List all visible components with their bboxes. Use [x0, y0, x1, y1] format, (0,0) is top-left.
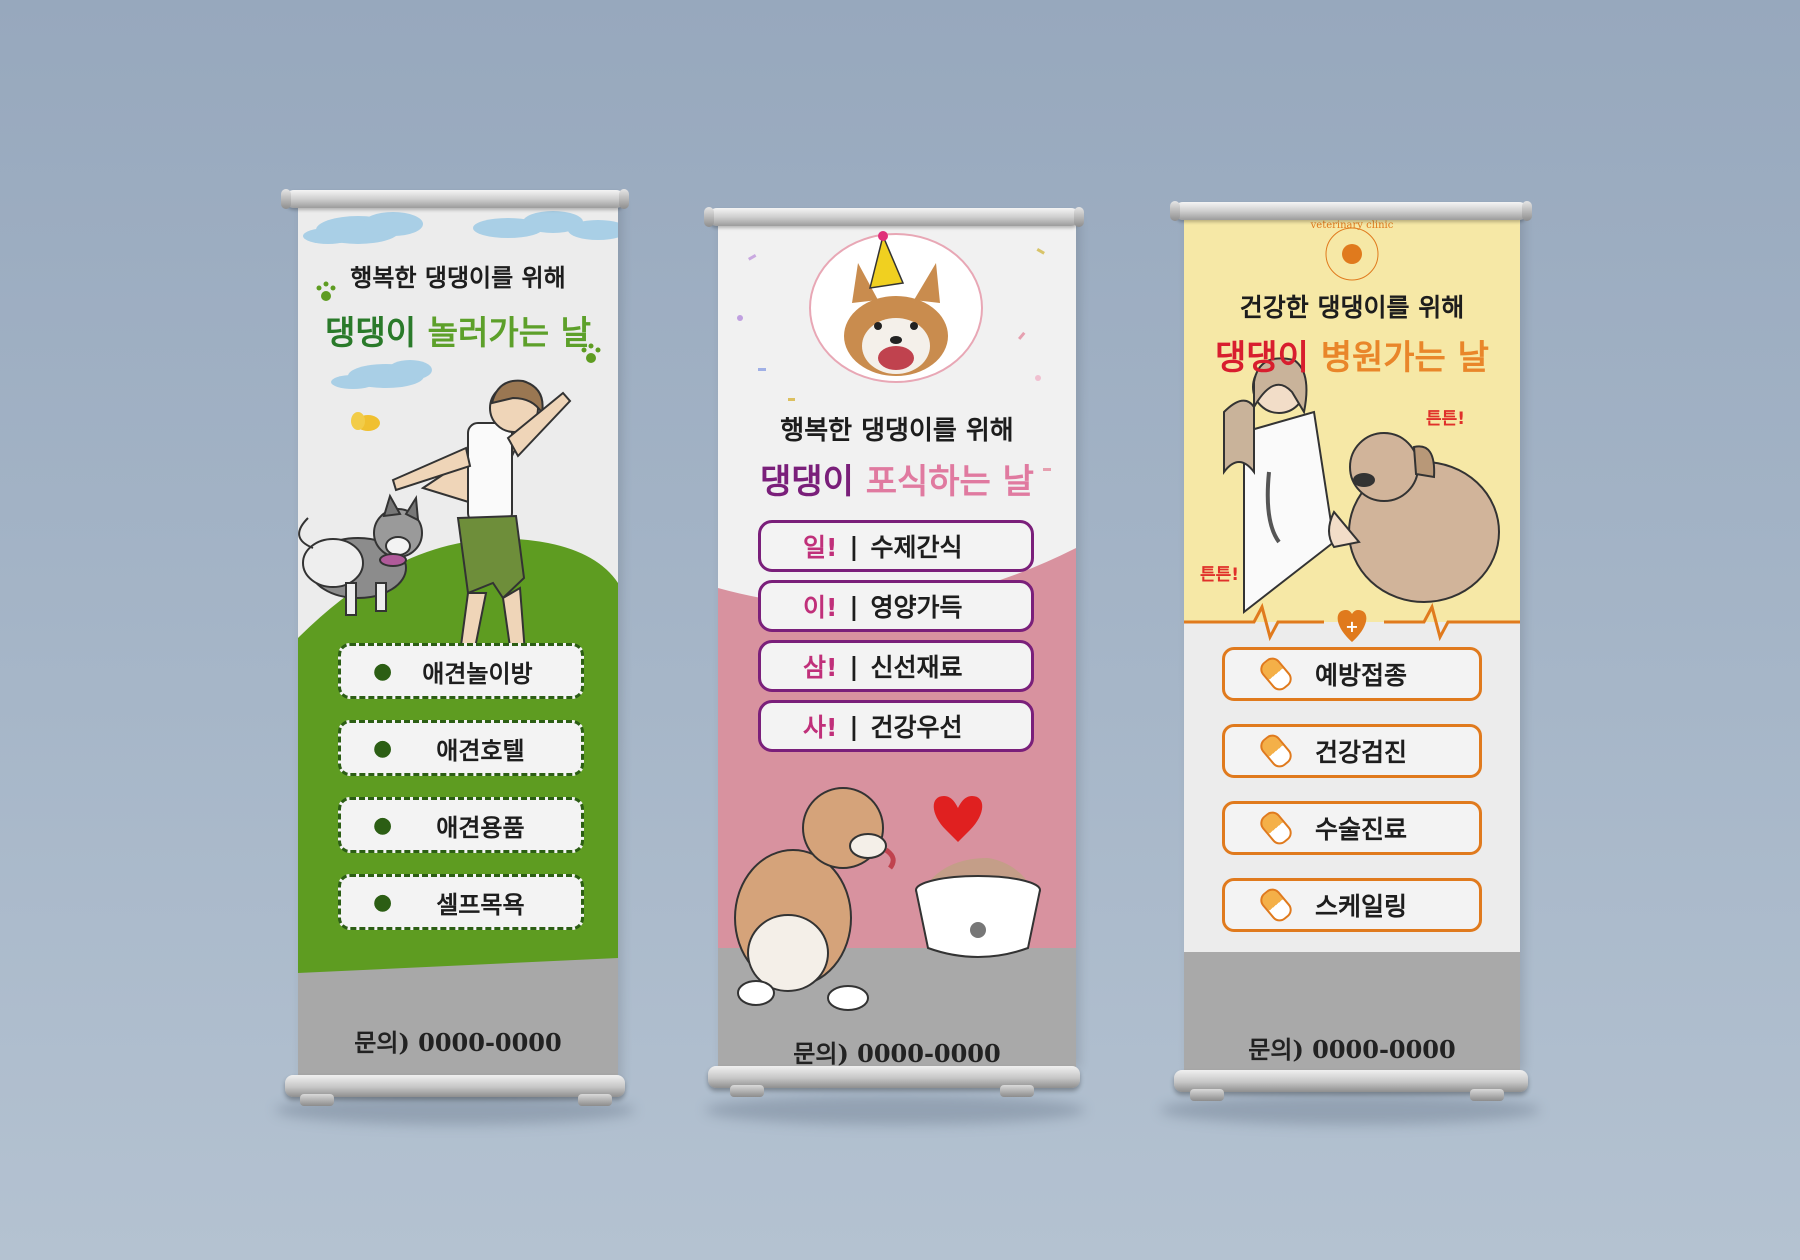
feature-item: 삼! | 신선재료	[758, 640, 1034, 692]
feature-item: 사! | 건강우선	[758, 700, 1034, 752]
title-part-b: 병원가는 날	[1320, 338, 1489, 378]
clinic-logo-text: veterinary clinic	[1310, 220, 1394, 231]
banner-subtitle: 행복한 댕댕이를 위해	[350, 264, 566, 292]
banner-top-rod	[1170, 201, 1532, 221]
banner-panel: + veterinary clinic 건강한 댕댕이를 위해 댕댕이 병원가는…	[1184, 212, 1520, 1072]
paw-icon: ●	[373, 812, 393, 838]
paw-icon: ●	[373, 735, 393, 761]
service-label: 애견용품	[436, 813, 525, 842]
feature-label: 수제간식	[870, 533, 963, 562]
sticker-text: 튼튼!	[1200, 565, 1240, 585]
mockup-scene: 행복한 댕댕이를 위해 댕댕이 놀러가는 날 ● 애견놀이방 ● 애견호텔 ● 애견용…	[0, 0, 1800, 1260]
title-part-a: 댕댕이	[760, 462, 854, 502]
service-label: 애견놀이방	[422, 659, 533, 688]
feature-item: 이! | 영양가득	[758, 580, 1034, 632]
sticker-text: 튼튼!	[1426, 409, 1466, 429]
title-part-b: 포식하는 날	[865, 462, 1034, 502]
service-label: 건강검진	[1315, 738, 1408, 767]
banner-title: 댕댕이 놀러가는 날	[298, 306, 618, 354]
feature-label: 건강우선	[870, 713, 963, 742]
banner-subtitle: 건강한 댕댕이를 위해	[1239, 293, 1465, 322]
service-item: ● 애견호텔	[338, 720, 584, 776]
banner-panel: 행복한 댕댕이를 위해 댕댕이 놀러가는 날 ● 애견놀이방 ● 애견호텔 ● 애견용…	[298, 198, 618, 1088]
service-label: 셀프목욕	[436, 890, 525, 919]
title-part-b: 놀러가는 날	[427, 313, 591, 352]
service-label: 애견호텔	[436, 736, 525, 765]
banner-stand-base	[285, 1075, 625, 1097]
svg-text:+: +	[1345, 617, 1358, 636]
service-item: ● 애견용품	[338, 797, 584, 853]
banner-title: 댕댕이 병원가는 날	[1184, 330, 1520, 379]
service-label: 예방접종	[1315, 661, 1408, 690]
pill-icon	[1256, 807, 1296, 849]
feature-number: 삼!	[803, 653, 838, 682]
service-item: ● 셀프목욕	[338, 874, 584, 930]
service-label: 스케일링	[1315, 892, 1408, 921]
feature-number: 사!	[803, 713, 838, 742]
feature-number: 이!	[803, 593, 838, 622]
service-item: 예방접종	[1222, 647, 1482, 701]
banner-subtitle: 행복한 댕댕이를 위해	[780, 416, 1014, 446]
paw-icon: ●	[373, 658, 393, 684]
service-item: ● 애견놀이방	[338, 643, 584, 699]
service-item: 건강검진	[1222, 724, 1482, 778]
pill-icon	[1256, 653, 1296, 695]
service-item: 수술진료	[1222, 801, 1482, 855]
contact-info: 문의) 0000-0000	[354, 1028, 562, 1057]
service-label: 수술진료	[1315, 815, 1408, 844]
banner-top-rod	[704, 207, 1084, 227]
title-part-a: 댕댕이	[1215, 338, 1309, 378]
feature-label: 영양가득	[870, 593, 963, 622]
contact-info: 문의) 0000-0000	[1248, 1035, 1456, 1064]
service-item: 스케일링	[1222, 878, 1482, 932]
pill-icon	[1256, 884, 1296, 926]
banner-title: 댕댕이 포식하는 날	[718, 454, 1076, 503]
paw-icon: ●	[373, 889, 393, 915]
feature-item: 일! | 수제간식	[758, 520, 1034, 572]
feature-label: 신선재료	[870, 653, 963, 682]
title-part-a: 댕댕이	[325, 313, 417, 352]
pill-icon	[1256, 730, 1296, 772]
feature-number: 일!	[803, 533, 838, 562]
contact-info: 문의) 0000-0000	[793, 1039, 1001, 1068]
banner-panel: 행복한 댕댕이를 위해 댕댕이 포식하는 날 일! | 수제간식 이! | 영양…	[718, 218, 1076, 1068]
banner-top-rod	[281, 189, 629, 209]
